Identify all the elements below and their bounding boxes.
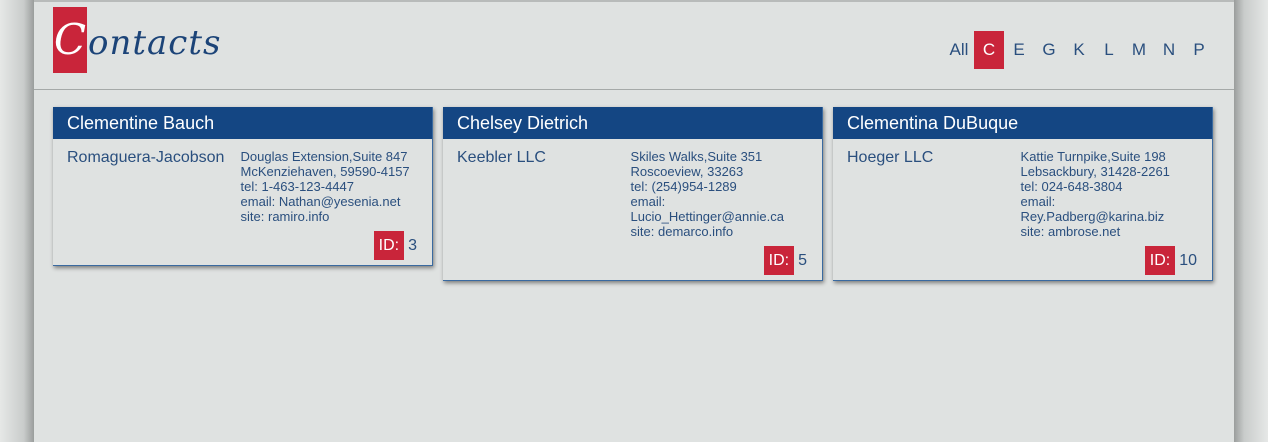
- contact-tel: tel: 024-648-3804: [1020, 179, 1123, 194]
- app-logo: C ontacts: [53, 7, 221, 73]
- contact-name: Clementina DuBuque: [833, 107, 1212, 139]
- contact-name: Chelsey Dietrich: [443, 107, 822, 139]
- contact-address-line1: Skiles Walks,Suite 351: [630, 149, 763, 164]
- letter-filter-l[interactable]: L: [1094, 31, 1124, 69]
- letter-filter-k[interactable]: K: [1064, 31, 1094, 69]
- contacts-app: C ontacts All C E G K L M N P Clementine…: [34, 0, 1234, 442]
- contact-company: Romaguera-Jacobson: [67, 149, 225, 166]
- contact-id-value: 3: [408, 236, 417, 254]
- letter-filter-g[interactable]: G: [1034, 31, 1064, 69]
- contact-details: Douglas Extension,Suite 847 McKenziehave…: [241, 149, 418, 224]
- logo-text: ontacts: [88, 23, 222, 63]
- contact-name: Clementine Bauch: [53, 107, 432, 139]
- logo-initial: C: [53, 7, 87, 73]
- contact-card-body: Romaguera-Jacobson Douglas Extension,Sui…: [53, 139, 432, 224]
- letter-filter-n[interactable]: N: [1154, 31, 1184, 69]
- contact-address-line2: Lebsackbury, 31428-2261: [1020, 164, 1170, 179]
- contact-address-line2: Roscoeview, 33263: [630, 164, 744, 179]
- letter-filter-c[interactable]: C: [974, 31, 1004, 69]
- contact-card-body: Hoeger LLC Kattie Turnpike,Suite 198 Leb…: [833, 139, 1212, 239]
- contact-card-body: Keebler LLC Skiles Walks,Suite 351 Rosco…: [443, 139, 822, 239]
- contact-site: site: ambrose.net: [1020, 224, 1121, 239]
- contact-id-row: ID: 10: [833, 239, 1212, 280]
- letter-filter-m[interactable]: M: [1124, 31, 1154, 69]
- contact-tel: tel: (254)954-1289: [630, 179, 737, 194]
- contact-id-badge: ID:: [373, 231, 405, 260]
- letter-filter-e[interactable]: E: [1004, 31, 1034, 69]
- contact-site: site: ramiro.info: [240, 209, 330, 224]
- contact-id-value: 5: [798, 251, 807, 269]
- contact-address-line1: Douglas Extension,Suite 847: [240, 149, 408, 164]
- app-header: C ontacts All C E G K L M N P: [34, 2, 1234, 90]
- page-shadow-right: [1234, 0, 1268, 442]
- contact-email: email: Nathan@yesenia.net: [240, 194, 401, 209]
- contact-company: Hoeger LLC: [847, 149, 934, 166]
- letter-filter-bar: All C E G K L M N P: [944, 31, 1214, 69]
- letter-filter-all[interactable]: All: [944, 31, 974, 69]
- contact-card[interactable]: Clementine Bauch Romaguera-Jacobson Doug…: [53, 107, 433, 266]
- contact-tel: tel: 1-463-123-4447: [240, 179, 355, 194]
- contact-company: Keebler LLC: [457, 149, 546, 166]
- contact-address-line2: McKenziehaven, 59590-4157: [240, 164, 410, 179]
- contact-id-badge: ID:: [1144, 246, 1176, 275]
- contact-id-row: ID: 3: [53, 224, 432, 265]
- contact-id-row: ID: 5: [443, 239, 822, 280]
- contact-id-badge: ID:: [763, 246, 795, 275]
- letter-filter-p[interactable]: P: [1184, 31, 1214, 69]
- contact-address-line1: Kattie Turnpike,Suite 198: [1020, 149, 1166, 164]
- contact-email-label: email:: [1020, 194, 1056, 209]
- contact-email: Lucio_Hettinger@annie.ca: [630, 209, 784, 224]
- page-shadow-left: [0, 0, 34, 442]
- contact-card[interactable]: Chelsey Dietrich Keebler LLC Skiles Walk…: [443, 107, 823, 281]
- contact-email-label: email:: [630, 194, 666, 209]
- contact-email: Rey.Padberg@karina.biz: [1020, 209, 1165, 224]
- contact-details: Skiles Walks,Suite 351 Roscoeview, 33263…: [631, 149, 808, 239]
- contact-card[interactable]: Clementina DuBuque Hoeger LLC Kattie Tur…: [833, 107, 1213, 281]
- contact-details: Kattie Turnpike,Suite 198 Lebsackbury, 3…: [1021, 149, 1198, 239]
- contact-id-value: 10: [1179, 251, 1197, 269]
- contact-site: site: demarco.info: [630, 224, 734, 239]
